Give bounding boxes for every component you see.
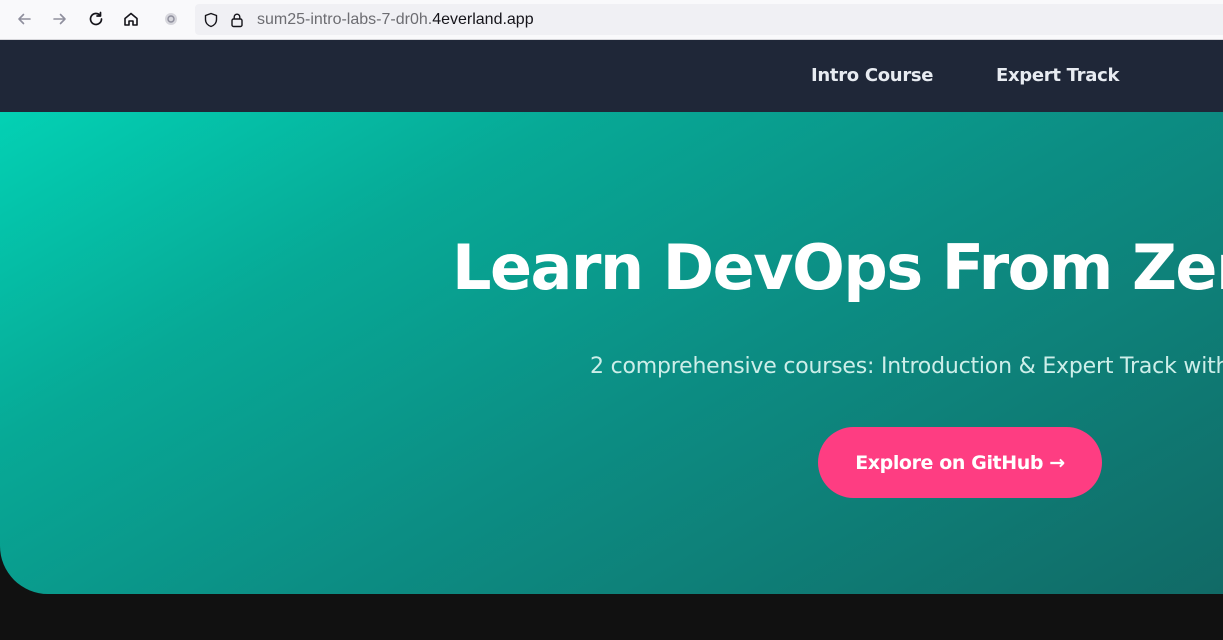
lock-icon[interactable] [228,11,246,29]
page-background [0,594,1223,640]
site-header: Intro Course Expert Track [0,40,1223,112]
extension-icon[interactable] [160,8,182,30]
reload-icon[interactable] [85,8,107,30]
hero-subtitle: 2 comprehensive courses: Introduction & … [590,354,1223,379]
url-text[interactable]: sum25-intro-labs-7-dr0h.4everland.app [257,10,534,30]
url-domain: 4everland.app [432,11,534,28]
hero-title: Learn DevOps From Zero [452,231,1223,304]
arrow-right-icon[interactable] [49,8,71,30]
explore-github-button[interactable]: Explore on GitHub → [818,427,1102,498]
url-subdomain: sum25-intro-labs-7-dr0h. [257,11,433,28]
nav-link-intro-course[interactable]: Intro Course [811,64,934,88]
arrow-left-icon[interactable] [13,8,35,30]
address-bar[interactable]: sum25-intro-labs-7-dr0h.4everland.app [195,4,1223,35]
shield-icon[interactable] [202,11,220,29]
browser-toolbar: sum25-intro-labs-7-dr0h.4everland.app [0,0,1223,40]
home-icon[interactable] [120,8,142,30]
nav-link-expert-track[interactable]: Expert Track [996,64,1119,88]
hero-section: Learn DevOps From Zero 2 comprehensive c… [0,112,1223,594]
